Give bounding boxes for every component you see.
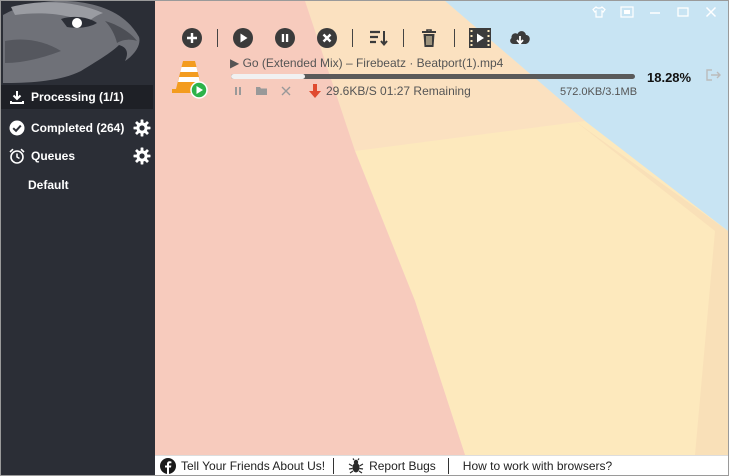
play-triangle-icon: ▶ [230, 56, 240, 70]
eagle-logo [3, 1, 140, 83]
window-icon [620, 6, 634, 18]
exit-icon[interactable] [706, 68, 722, 82]
toolbar-separator [403, 29, 404, 47]
check-circle-icon [9, 120, 25, 136]
row-open-folder-button[interactable] [255, 84, 269, 98]
delete-button[interactable] [416, 25, 442, 51]
stop-icon [317, 28, 337, 48]
compact-mode-button[interactable] [616, 3, 638, 21]
alarm-clock-icon [9, 148, 25, 164]
toolbar-separator [352, 29, 353, 47]
tshirt-icon [592, 6, 606, 18]
download-speed: 29.6KB/S 01:27 Remaining [308, 83, 471, 99]
pause-icon [275, 28, 295, 48]
download-icon [9, 89, 25, 105]
add-button[interactable] [179, 25, 205, 51]
sort-button[interactable] [365, 25, 391, 51]
window-controls [588, 3, 722, 21]
trash-icon [422, 29, 436, 47]
progress-fill [231, 74, 305, 79]
maximize-icon [677, 7, 689, 17]
close-icon [281, 86, 291, 96]
minimize-icon [650, 12, 660, 14]
toolbar-separator [454, 29, 455, 47]
progress-bar [231, 74, 635, 79]
toolbar [179, 25, 533, 51]
close-button[interactable] [700, 3, 722, 21]
video-icon [469, 28, 491, 48]
stop-button[interactable] [314, 25, 340, 51]
file-name[interactable]: ▶ Go (Extended Mix) – Firebeatz · Beatpo… [230, 56, 503, 70]
gear-icon[interactable] [133, 147, 151, 165]
video-grabber-button[interactable] [467, 25, 493, 51]
start-button[interactable] [230, 25, 256, 51]
report-bugs-link[interactable]: Report Bugs [334, 458, 448, 474]
main-panel: ▶ Go (Extended Mix) – Firebeatz · Beatpo… [155, 1, 728, 455]
row-remove-button[interactable] [279, 84, 293, 98]
download-row[interactable]: ▶ Go (Extended Mix) – Firebeatz · Beatpo… [155, 53, 728, 103]
tell-friends-link[interactable]: Tell Your Friends About Us! [155, 458, 333, 474]
sidebar-item-completed[interactable]: Completed (264) [1, 116, 153, 140]
close-icon [705, 6, 717, 18]
pause-button[interactable] [272, 25, 298, 51]
minimize-button[interactable] [644, 3, 666, 21]
sidebar-item-queues[interactable]: Queues [1, 144, 153, 168]
sidebar-item-label: Default [28, 178, 69, 192]
download-size: 572.0KB/3.1MB [560, 86, 638, 98]
facebook-icon [160, 458, 176, 474]
sidebar-item-label: Completed (264) [31, 121, 125, 135]
progress-percent: 18.28% [647, 70, 692, 85]
add-icon [182, 28, 202, 48]
footer-bar: Tell Your Friends About Us! Report Bugs … [155, 455, 728, 475]
app-window: Processing (1/1) Completed (264) Queues … [0, 0, 729, 476]
folder-icon [256, 87, 267, 95]
row-pause-button[interactable] [231, 84, 245, 98]
browser-help-link[interactable]: How to work with browsers? [449, 459, 620, 473]
toolbar-separator [217, 29, 218, 47]
pause-icon [235, 87, 241, 95]
vlc-file-icon [172, 61, 208, 99]
sidebar-item-label: Queues [31, 149, 76, 163]
cloud-download-icon [510, 31, 530, 45]
bug-icon [348, 458, 364, 474]
arrow-down-icon [309, 84, 321, 98]
sidebar: Processing (1/1) Completed (264) Queues … [1, 1, 155, 475]
sort-icon [370, 30, 388, 47]
sidebar-item-label: Processing (1/1) [31, 90, 124, 104]
gear-icon[interactable] [133, 119, 151, 137]
row-actions [231, 84, 293, 98]
sidebar-item-processing[interactable]: Processing (1/1) [1, 85, 153, 109]
play-icon [233, 28, 253, 48]
maximize-button[interactable] [672, 3, 694, 21]
sidebar-item-default[interactable]: Default [1, 173, 153, 197]
cloud-download-button[interactable] [507, 25, 533, 51]
skin-button[interactable] [588, 3, 610, 21]
